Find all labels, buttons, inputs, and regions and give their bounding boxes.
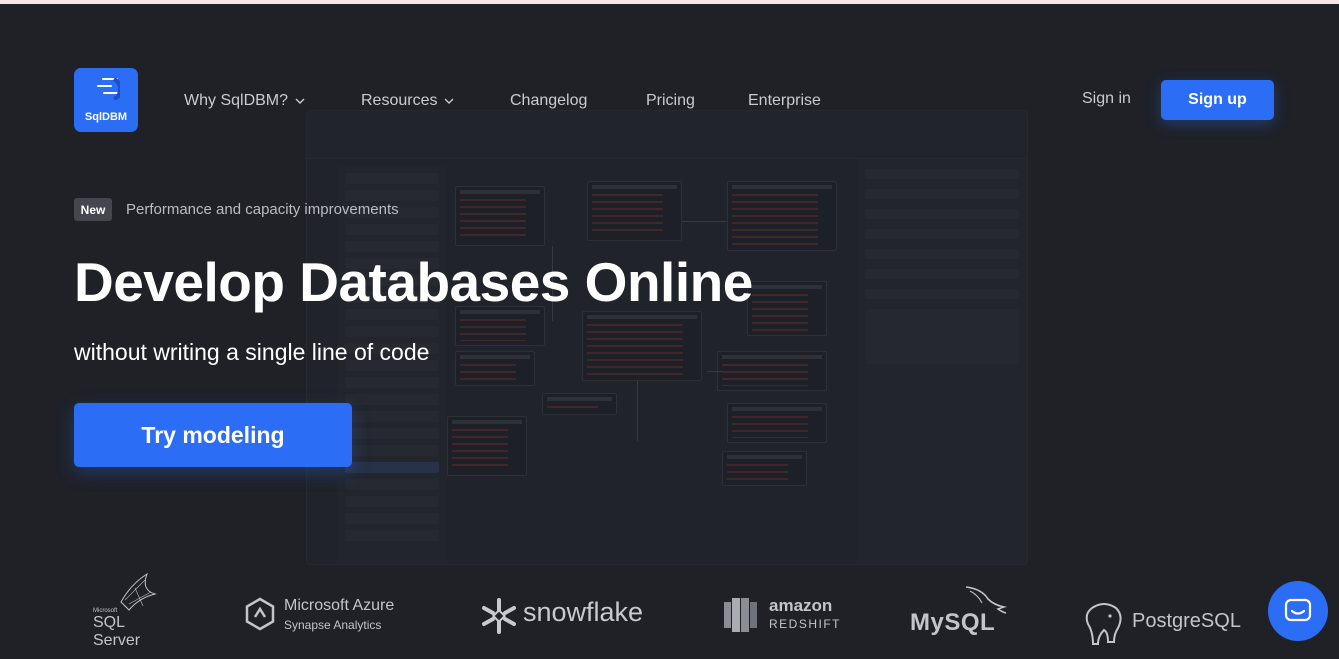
redshift-logo: amazon REDSHIFT <box>723 596 843 636</box>
sqldbm-logo[interactable]: SqlDBM <box>74 68 138 132</box>
azure-name: Microsoft Azure <box>284 597 395 614</box>
nav-label: Pricing <box>646 92 695 109</box>
chevron-down-icon <box>295 98 305 104</box>
nav-label: Enterprise <box>748 92 821 109</box>
sql-server-icon <box>120 572 157 611</box>
nav-why-sqldbm[interactable]: Why SqlDBM? <box>184 90 305 112</box>
announcement-link[interactable]: Performance and capacity improvements <box>126 201 399 218</box>
elephant-icon <box>1085 603 1122 645</box>
sqlserver-name: SQL Server <box>93 614 141 649</box>
top-strip <box>0 0 1339 4</box>
page-title: Develop Databases Online <box>74 251 753 313</box>
azure-synapse-icon <box>245 597 275 631</box>
redshift-name: amazon <box>769 596 833 615</box>
page-subtitle: without writing a single line of code <box>74 339 430 365</box>
chat-icon <box>1284 598 1312 622</box>
snowflake-icon <box>482 598 516 634</box>
azure-synapse-logo: Microsoft Azure Synapse Analytics <box>244 597 414 637</box>
redshift-sub: REDSHIFT <box>769 617 841 631</box>
sign-up-button[interactable]: Sign up <box>1161 80 1274 120</box>
postgresql-logo: PostgreSQL <box>1084 602 1264 646</box>
new-badge: New <box>74 198 112 221</box>
snowflake-logo: snowflake <box>480 597 655 637</box>
sign-in-link[interactable]: Sign in <box>1082 90 1131 108</box>
mysql-name: MySQL <box>910 609 996 636</box>
background-app-screenshot <box>306 110 1028 565</box>
nav-resources[interactable]: Resources <box>361 90 454 112</box>
nav-enterprise[interactable]: Enterprise <box>748 90 821 112</box>
snowflake-name: snowflake <box>523 597 644 627</box>
chevron-down-icon <box>444 98 454 104</box>
azure-sub: Synapse Analytics <box>284 618 382 632</box>
chat-launcher-button[interactable] <box>1268 581 1328 641</box>
try-modeling-button[interactable]: Try modeling <box>74 403 352 467</box>
logo-mark-icon <box>97 78 120 100</box>
nav-label: Changelog <box>510 92 588 109</box>
logo-text: SqlDBM <box>84 111 128 123</box>
nav-changelog[interactable]: Changelog <box>510 90 587 112</box>
nav-pricing[interactable]: Pricing <box>646 90 695 112</box>
postgresql-name: PostgreSQL <box>1132 610 1241 632</box>
mysql-logo: MySQL <box>910 585 1010 636</box>
redshift-icon <box>724 598 757 632</box>
nav-label: Resources <box>361 92 438 109</box>
nav-label: Why SqlDBM? <box>184 92 289 109</box>
sql-server-logo: Microsoft SQL Server <box>93 572 173 649</box>
